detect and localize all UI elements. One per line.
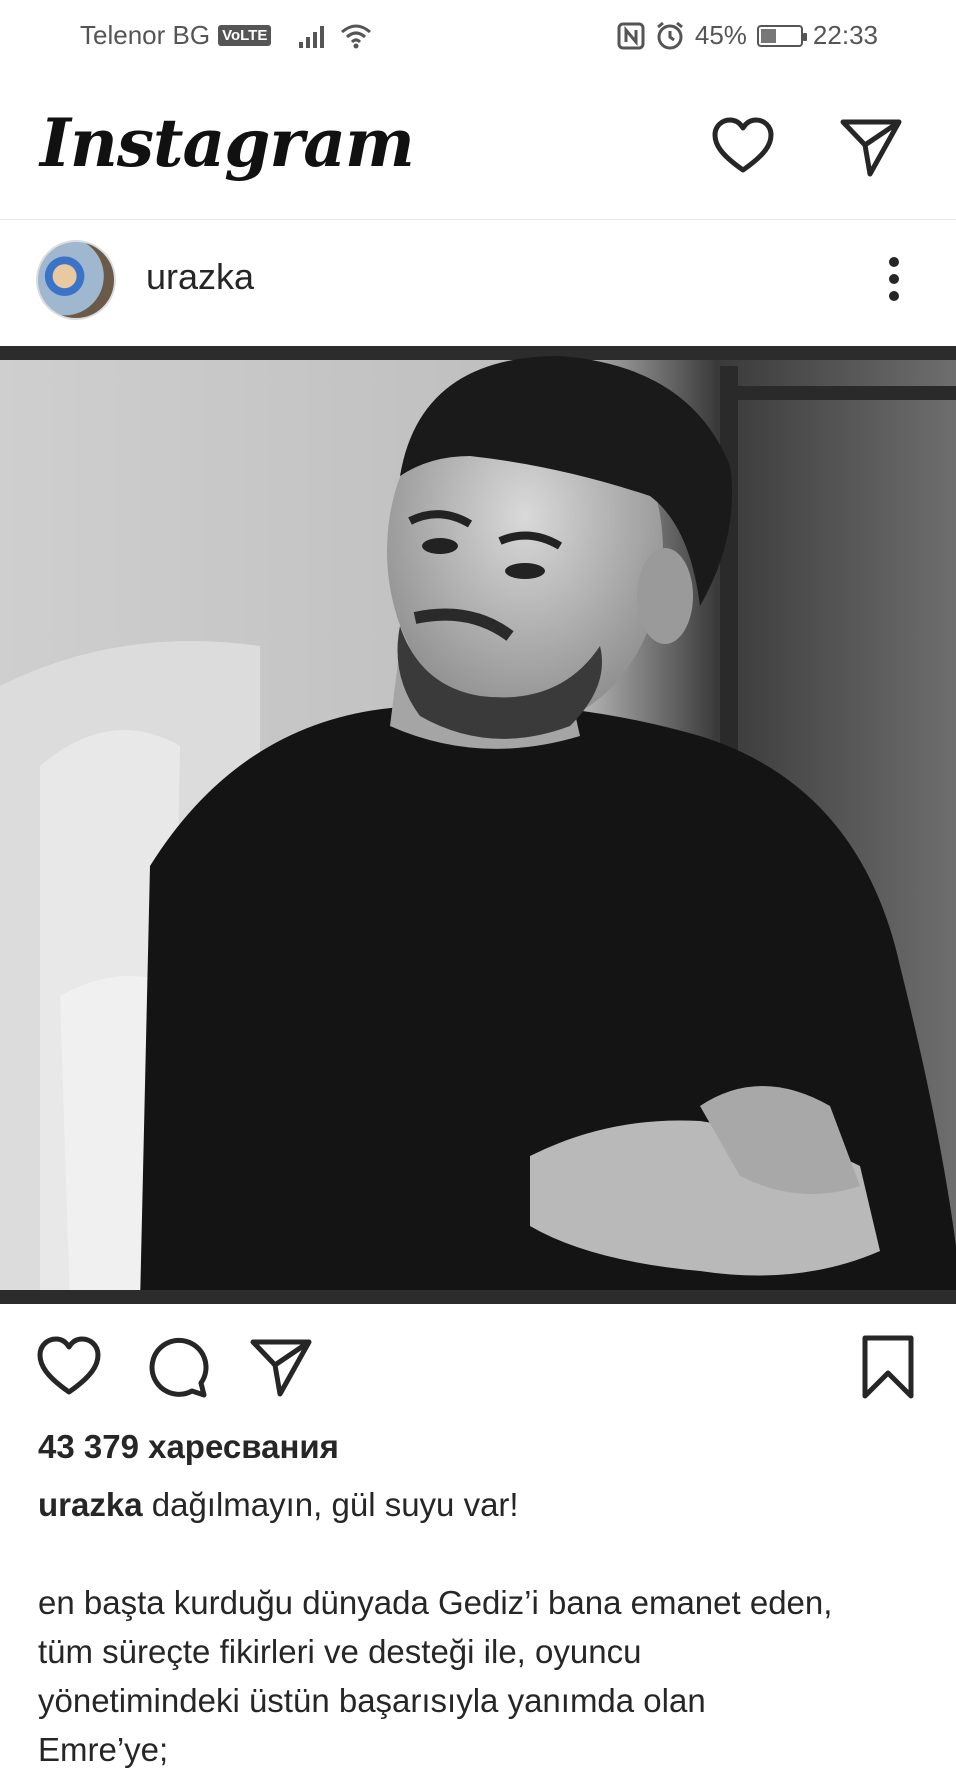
alarm-icon <box>656 21 683 49</box>
more-options-icon[interactable] <box>888 256 900 302</box>
post-actions <box>0 1304 956 1414</box>
carrier-name: Telenor BG <box>80 20 211 50</box>
wifi-icon <box>341 24 372 48</box>
battery-percent: 45% <box>694 20 747 50</box>
avatar[interactable] <box>36 240 116 320</box>
caption-text: dağılmayın, gül suyu var! <box>151 1486 519 1523</box>
comment-icon[interactable] <box>144 1334 210 1400</box>
share-icon[interactable] <box>248 1334 314 1400</box>
caption-username[interactable]: urazka <box>38 1486 143 1523</box>
clock: 22:33 <box>812 20 878 50</box>
caption-line: tüm süreçte fikirleri ve desteği ile, oy… <box>38 1633 642 1670</box>
post-header: urazka <box>0 220 956 346</box>
bookmark-icon[interactable] <box>855 1334 921 1400</box>
status-left: Telenor BG VoLTE <box>80 20 373 51</box>
battery-level <box>760 28 776 43</box>
post-photo-illustration <box>0 346 956 1304</box>
app-header: Instagram <box>0 72 956 220</box>
volte-badge: VoLTE <box>218 25 272 46</box>
likes-count[interactable]: 43 379 харесвания <box>38 1428 339 1466</box>
caption-line: yönetimindeki üstün başarısıyla yanımda … <box>38 1682 706 1719</box>
nfc-icon <box>617 22 645 49</box>
status-bar: Telenor BG VoLTE 45% 22:33 <box>0 0 956 72</box>
network-indicators <box>297 23 373 49</box>
caption-paragraph: en başta kurduğu dünyada Gediz’i bana em… <box>38 1578 928 1774</box>
post-image[interactable] <box>0 346 956 1304</box>
status-right: 45% 22:33 <box>617 20 878 51</box>
like-icon[interactable] <box>36 1334 102 1400</box>
battery-icon <box>756 24 807 47</box>
instagram-logo: Instagram <box>40 104 415 182</box>
caption-line: en başta kurduğu dünyada Gediz’i bana em… <box>38 1584 833 1621</box>
heart-icon[interactable] <box>710 114 776 180</box>
post-username[interactable]: urazka <box>146 256 254 298</box>
caption-line: Emre’ye; <box>38 1731 169 1768</box>
direct-message-icon[interactable] <box>838 114 904 180</box>
caption-first-line: urazka dağılmayın, gül suyu var! <box>38 1480 928 1529</box>
signal-icon <box>299 25 325 48</box>
post-caption: urazka dağılmayın, gül suyu var! en başt… <box>38 1480 928 1774</box>
